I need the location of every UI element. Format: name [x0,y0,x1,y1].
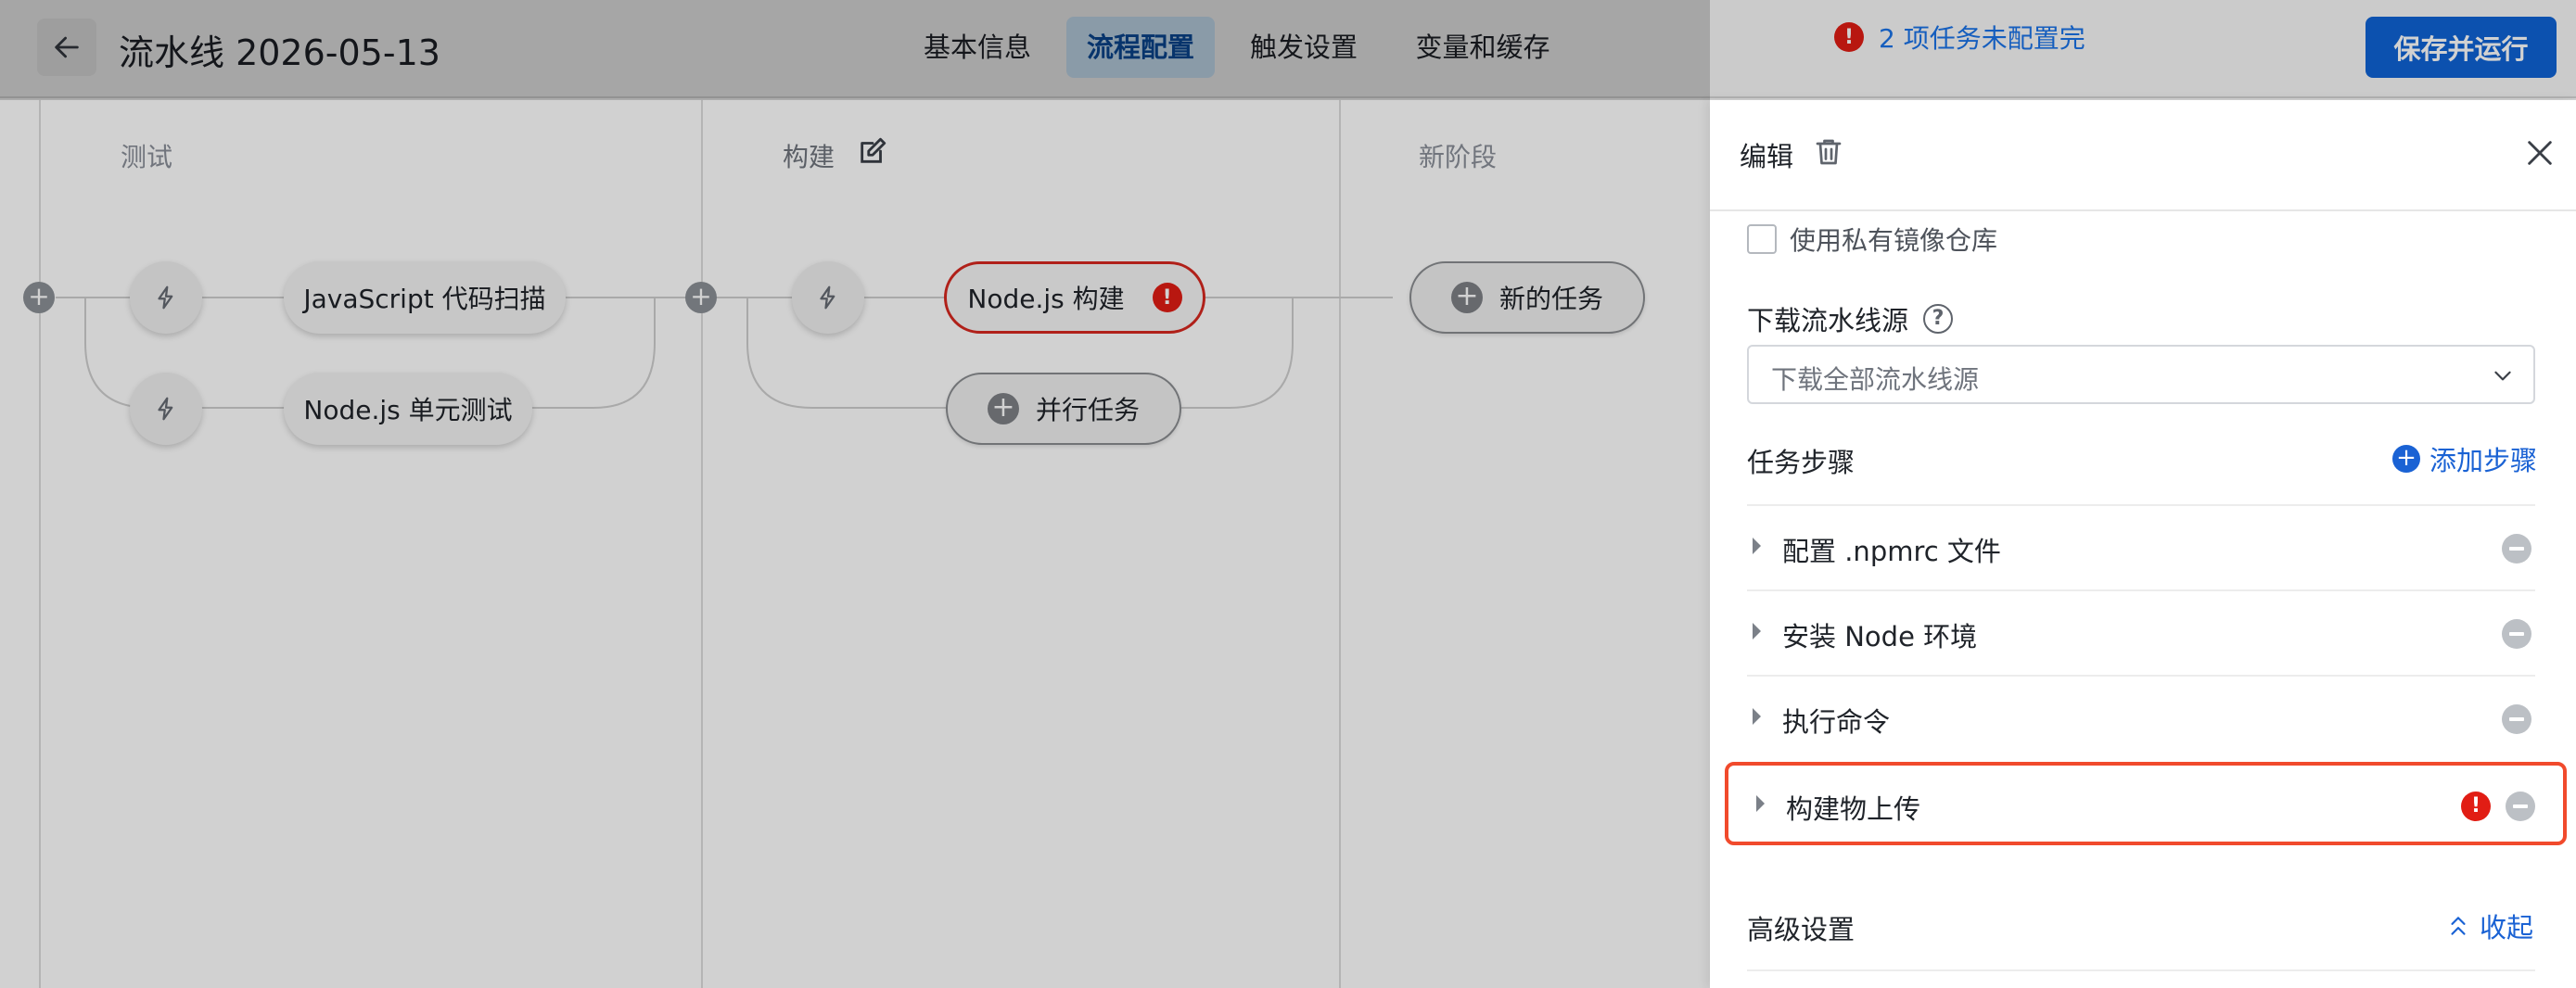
arrow-left-icon [55,36,79,58]
trash-icon[interactable] [1812,135,1845,169]
edit-icon[interactable] [857,135,888,167]
panel-header: 编辑 [1710,100,2576,211]
top-bar: 流水线 2026-05-13 基本信息 流程配置 触发设置 变量和缓存 ! 2 … [0,0,2576,98]
chevron-down-icon [2494,371,2511,381]
job-trigger-button[interactable] [130,261,202,334]
add-job-label: 新的任务 [1498,284,1603,314]
step-label: 构建物上传 [1786,793,1921,825]
source-label: 下载流水线源 [1747,305,1909,336]
tab-basic-info[interactable]: 基本信息 [905,17,1050,78]
step-label: 配置 .npmrc 文件 [1782,536,2001,567]
stage-title-new[interactable]: 新阶段 [1419,137,1497,174]
remove-step-button[interactable] [2502,534,2531,564]
caret-right-icon[interactable] [1753,623,1761,640]
collapse-icon [2451,917,2466,935]
plus-icon: + [987,393,1019,424]
divider [1747,969,2535,971]
add-new-job-button[interactable]: + 新的任务 [1409,261,1645,334]
remove-step-button[interactable] [2502,619,2531,649]
private-registry-label: 使用私有镜像仓库 [1790,225,1998,256]
error-icon: ! [2461,792,2491,821]
source-select[interactable]: 下载全部流水线源 [1747,345,2535,404]
incomplete-tasks-warning[interactable]: ! 2 项任务未配置完 [1834,19,2085,56]
remove-step-button[interactable] [2502,704,2531,734]
plus-icon: + [1450,282,1483,313]
plus-icon: + [2392,445,2420,473]
error-icon: ! [1834,22,1864,52]
lightning-icon [820,285,835,310]
caret-right-icon[interactable] [1753,708,1761,725]
page-title: 流水线 2026-05-13 [119,32,440,73]
close-icon[interactable] [2524,137,2556,169]
back-button[interactable] [37,19,96,76]
tab-flow-config[interactable]: 流程配置 [1066,17,1215,78]
tab-variables-cache[interactable]: 变量和缓存 [1393,17,1573,78]
private-registry-checkbox-row[interactable]: 使用私有镜像仓库 [1747,221,1997,258]
step-label: 安装 Node 环境 [1782,621,1978,652]
add-stage-before-button[interactable]: + [23,282,55,313]
job-node-js-scan[interactable]: JavaScript 代码扫描 [284,261,566,334]
error-icon: ! [1152,283,1182,312]
collapse-button[interactable]: 收起 [2446,906,2533,945]
step-item-artifact-upload[interactable]: 构建物上传 ! [1725,762,2567,845]
tab-trigger-settings[interactable]: 触发设置 [1231,17,1376,78]
stage-title-test[interactable]: 测试 [121,137,172,174]
save-and-run-button[interactable]: 保存并运行 [2366,17,2557,78]
warning-text: 2 项任务未配置完 [1879,23,2085,54]
steps-title: 任务步骤 [1747,447,1855,478]
stage-connectors [56,297,1393,409]
caret-right-icon[interactable] [1756,795,1765,812]
add-parallel-label: 并行任务 [1035,395,1140,425]
job-node-unit-test[interactable]: Node.js 单元测试 [284,373,532,445]
job-node-build[interactable]: Node.js 构建 ! [944,261,1205,334]
add-step-label: 添加步骤 [2429,445,2538,476]
stage-title-build[interactable]: 构建 [783,137,835,174]
pipeline-canvas: + + 测试 JavaScript 代码扫描 Node.js 单元测试 构建 N… [0,100,1710,988]
private-registry-checkbox[interactable] [1747,224,1777,254]
panel-title: 编辑 [1740,141,1794,172]
lightning-icon [158,285,173,310]
advanced-settings-title: 高级设置 [1747,914,1855,945]
lightning-icon [158,397,173,421]
stage-divider [701,100,703,988]
collapse-label: 收起 [2480,912,2534,944]
stage-divider [39,100,41,988]
caret-right-icon[interactable] [1753,538,1761,554]
add-step-button[interactable]: + 添加步骤 [2392,439,2537,478]
source-select-value: 下载全部流水线源 [1771,364,1980,395]
help-icon[interactable]: ? [1923,304,1954,334]
step-item-node-env[interactable]: 安装 Node 环境 [1747,589,2535,673]
step-item-npmrc[interactable]: 配置 .npmrc 文件 [1747,504,2535,588]
add-parallel-job-button[interactable]: + 并行任务 [946,373,1181,445]
job-trigger-button[interactable] [792,261,864,334]
step-label: 执行命令 [1782,706,1891,738]
source-field-label: 下载流水线源 ? [1747,299,1954,338]
edit-panel: 编辑 使用私有镜像仓库 下载流水线源 ? 下载全部流水线源 任务步骤 + 添加步… [1710,100,2576,988]
add-stage-between-button[interactable]: + [685,282,717,313]
job-trigger-button[interactable] [130,373,202,445]
stage-divider [1339,100,1341,988]
step-item-run-command[interactable]: 执行命令 [1747,675,2535,758]
remove-step-button[interactable] [2506,792,2535,821]
job-label: Node.js 构建 [967,284,1125,314]
